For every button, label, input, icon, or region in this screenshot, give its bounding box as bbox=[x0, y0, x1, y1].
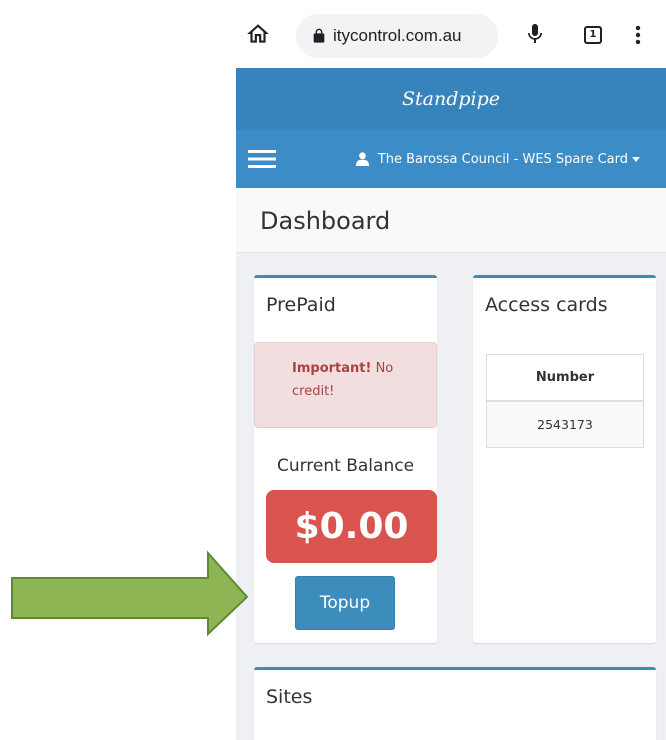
annotation-arrow bbox=[11, 550, 249, 637]
topup-button[interactable]: Topup bbox=[295, 576, 395, 630]
lock-icon bbox=[313, 28, 325, 43]
sites-panel: Sites bbox=[254, 667, 656, 740]
kebab-menu-icon[interactable] bbox=[626, 23, 650, 47]
user-menu-dropdown[interactable]: The Barossa Council - WES Spare Card bbox=[355, 130, 640, 188]
content-header: Dashboard bbox=[236, 188, 666, 253]
hamburger-icon[interactable] bbox=[248, 150, 276, 168]
no-credit-alert: Important! No credit! bbox=[254, 342, 437, 428]
table-header-row: Number bbox=[486, 354, 644, 402]
address-bar[interactable]: itycontrol.com.au bbox=[296, 14, 498, 58]
current-balance-label: Current Balance bbox=[276, 456, 415, 476]
user-icon bbox=[355, 152, 369, 166]
mic-icon[interactable] bbox=[523, 21, 547, 47]
balance-amount: $0.00 bbox=[266, 490, 437, 563]
app-header: Standpipe bbox=[236, 68, 666, 130]
tab-count-icon[interactable]: 1 bbox=[584, 26, 602, 44]
browser-toolbar: itycontrol.com.au 1 bbox=[236, 0, 666, 68]
card-number-cell: 2543173 bbox=[486, 400, 644, 448]
app-title[interactable]: Standpipe bbox=[402, 88, 500, 110]
prepaid-title: PrePaid bbox=[266, 294, 336, 316]
user-label: The Barossa Council - WES Spare Card bbox=[377, 151, 628, 167]
alert-strong-text: Important! bbox=[292, 361, 372, 376]
column-header-number: Number bbox=[486, 354, 644, 402]
top-navbar: The Barossa Council - WES Spare Card bbox=[236, 130, 666, 188]
access-cards-table: Number 2543173 bbox=[486, 354, 644, 448]
phone-screen: itycontrol.com.au 1 Standpipe The Baross… bbox=[236, 0, 666, 740]
caret-down-icon bbox=[632, 156, 640, 162]
prepaid-panel: PrePaid Important! No credit! Current Ba… bbox=[254, 275, 437, 643]
home-icon[interactable] bbox=[245, 21, 271, 47]
table-row: 2543173 bbox=[486, 400, 644, 448]
page-title: Dashboard bbox=[260, 207, 391, 235]
sites-title: Sites bbox=[266, 686, 313, 708]
url-text: itycontrol.com.au bbox=[333, 26, 462, 45]
access-cards-panel: Access cards Number 2543173 bbox=[473, 275, 656, 643]
access-cards-title: Access cards bbox=[485, 294, 608, 316]
